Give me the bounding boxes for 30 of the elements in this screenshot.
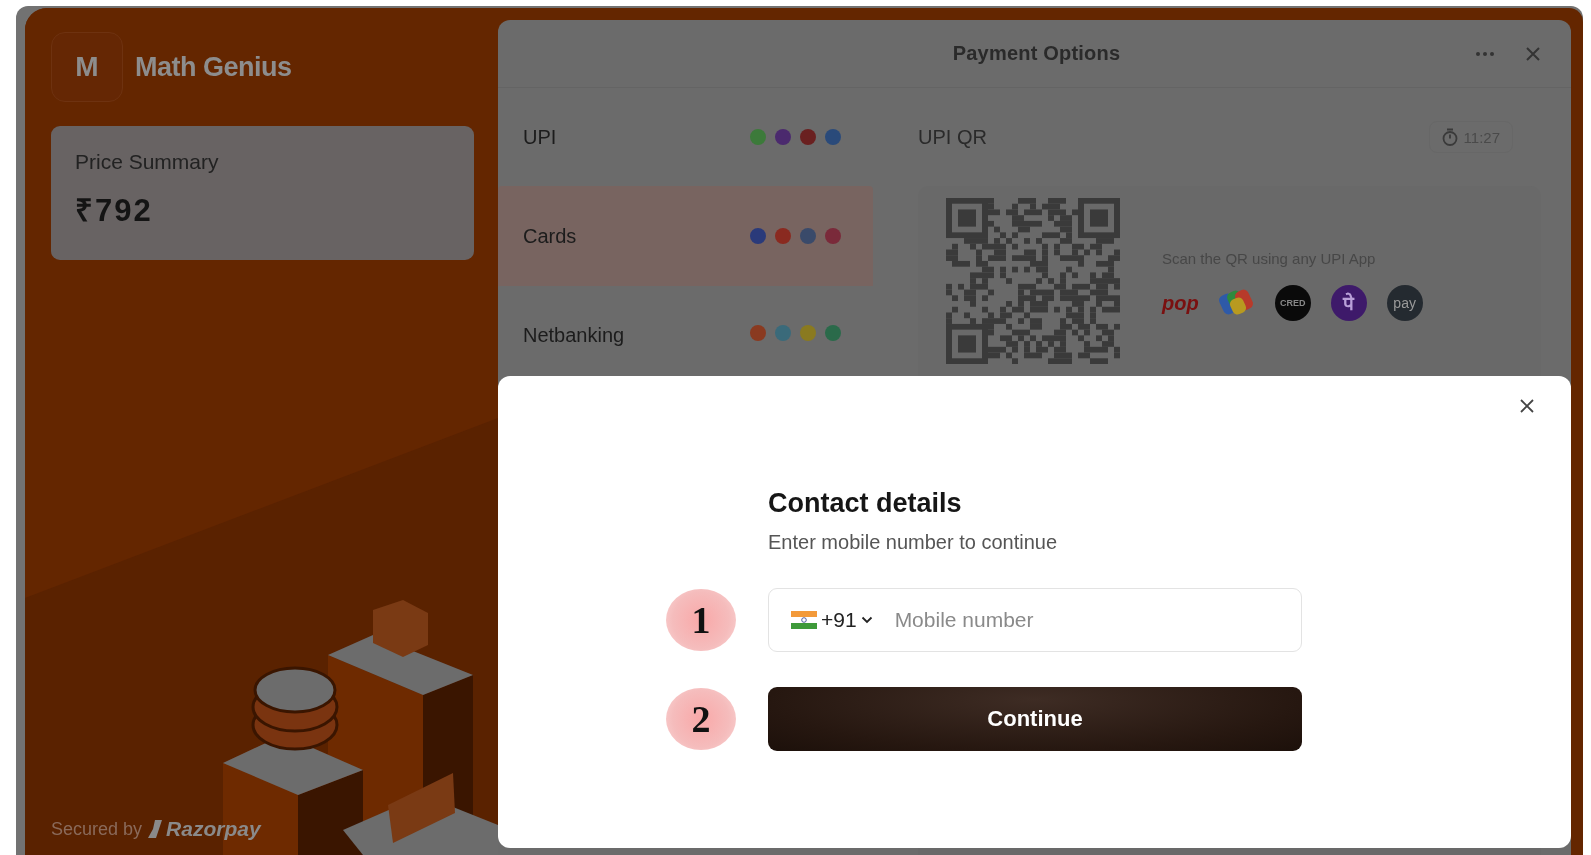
close-icon [1525,45,1541,62]
payment-logos-icon [749,324,843,342]
price-amount: ₹792 [75,192,154,230]
razorpay-logo: Razorpay [148,817,261,841]
secured-by-label: Secured by [51,818,143,840]
more-icon [1475,50,1495,57]
payment-logos-icon [749,227,843,245]
merchant-name: Math Genius [135,51,292,83]
close-icon [1519,398,1535,414]
phone-field[interactable]: +91 Mobile number [768,588,1302,652]
logo-badge: M [51,32,123,102]
modal-title: Contact details [768,488,963,519]
more-options-button[interactable] [1475,50,1495,57]
pop-logo: pop [1162,290,1199,316]
razorpay-mark-icon [148,820,165,838]
modal-subtitle: Enter mobile number to continue [768,531,1059,554]
india-flag-icon [791,611,817,629]
continue-button[interactable]: Continue [768,687,1302,751]
stopwatch-icon [1441,128,1458,146]
amazon-pay-logo: pay [1386,285,1423,321]
country-code-dropdown[interactable]: +91 [791,608,873,632]
step-marker: 1 [666,589,736,651]
cred-logo: CRED [1274,285,1311,321]
payment-logos-icon [749,128,843,146]
panel-title: Payment Options [951,42,1122,65]
section-title: UPI QR [918,125,987,149]
price-summary-label: Price Summary [75,150,220,174]
chevron-down-icon [860,616,873,624]
step-marker: 2 [666,688,736,750]
phonepe-logo: पे [1330,285,1367,321]
